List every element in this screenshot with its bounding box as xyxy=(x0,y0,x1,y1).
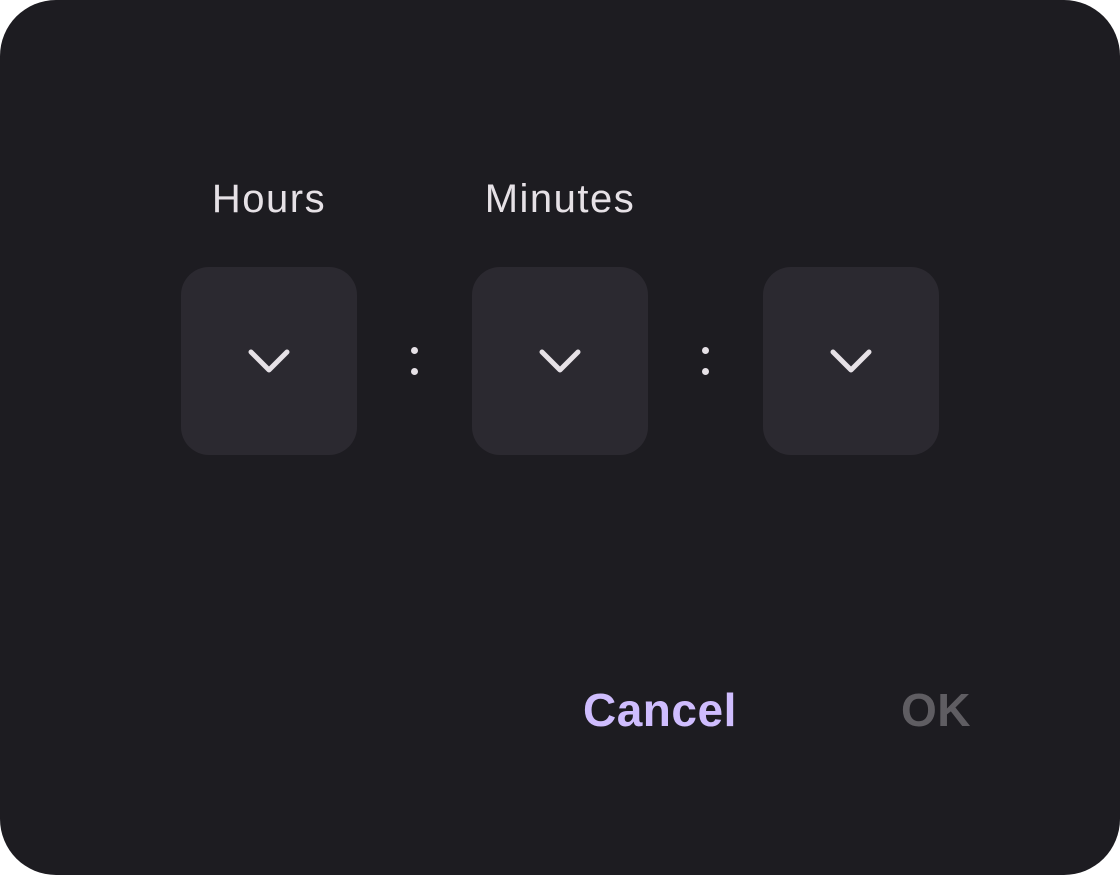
chevron-down-icon xyxy=(248,349,290,373)
time-picker-dialog: Hours Minutes Cancel OK xyxy=(0,0,1120,875)
time-separator xyxy=(685,267,725,455)
hours-label: Hours xyxy=(211,177,327,221)
minutes-dropdown[interactable] xyxy=(472,267,648,455)
minutes-label: Minutes xyxy=(484,177,636,221)
time-separator xyxy=(394,267,434,455)
seconds-dropdown[interactable] xyxy=(763,267,939,455)
chevron-down-icon xyxy=(539,349,581,373)
hours-dropdown[interactable] xyxy=(181,267,357,455)
chevron-down-icon xyxy=(830,349,872,373)
ok-button[interactable]: OK xyxy=(901,680,971,740)
cancel-button[interactable]: Cancel xyxy=(583,680,737,740)
